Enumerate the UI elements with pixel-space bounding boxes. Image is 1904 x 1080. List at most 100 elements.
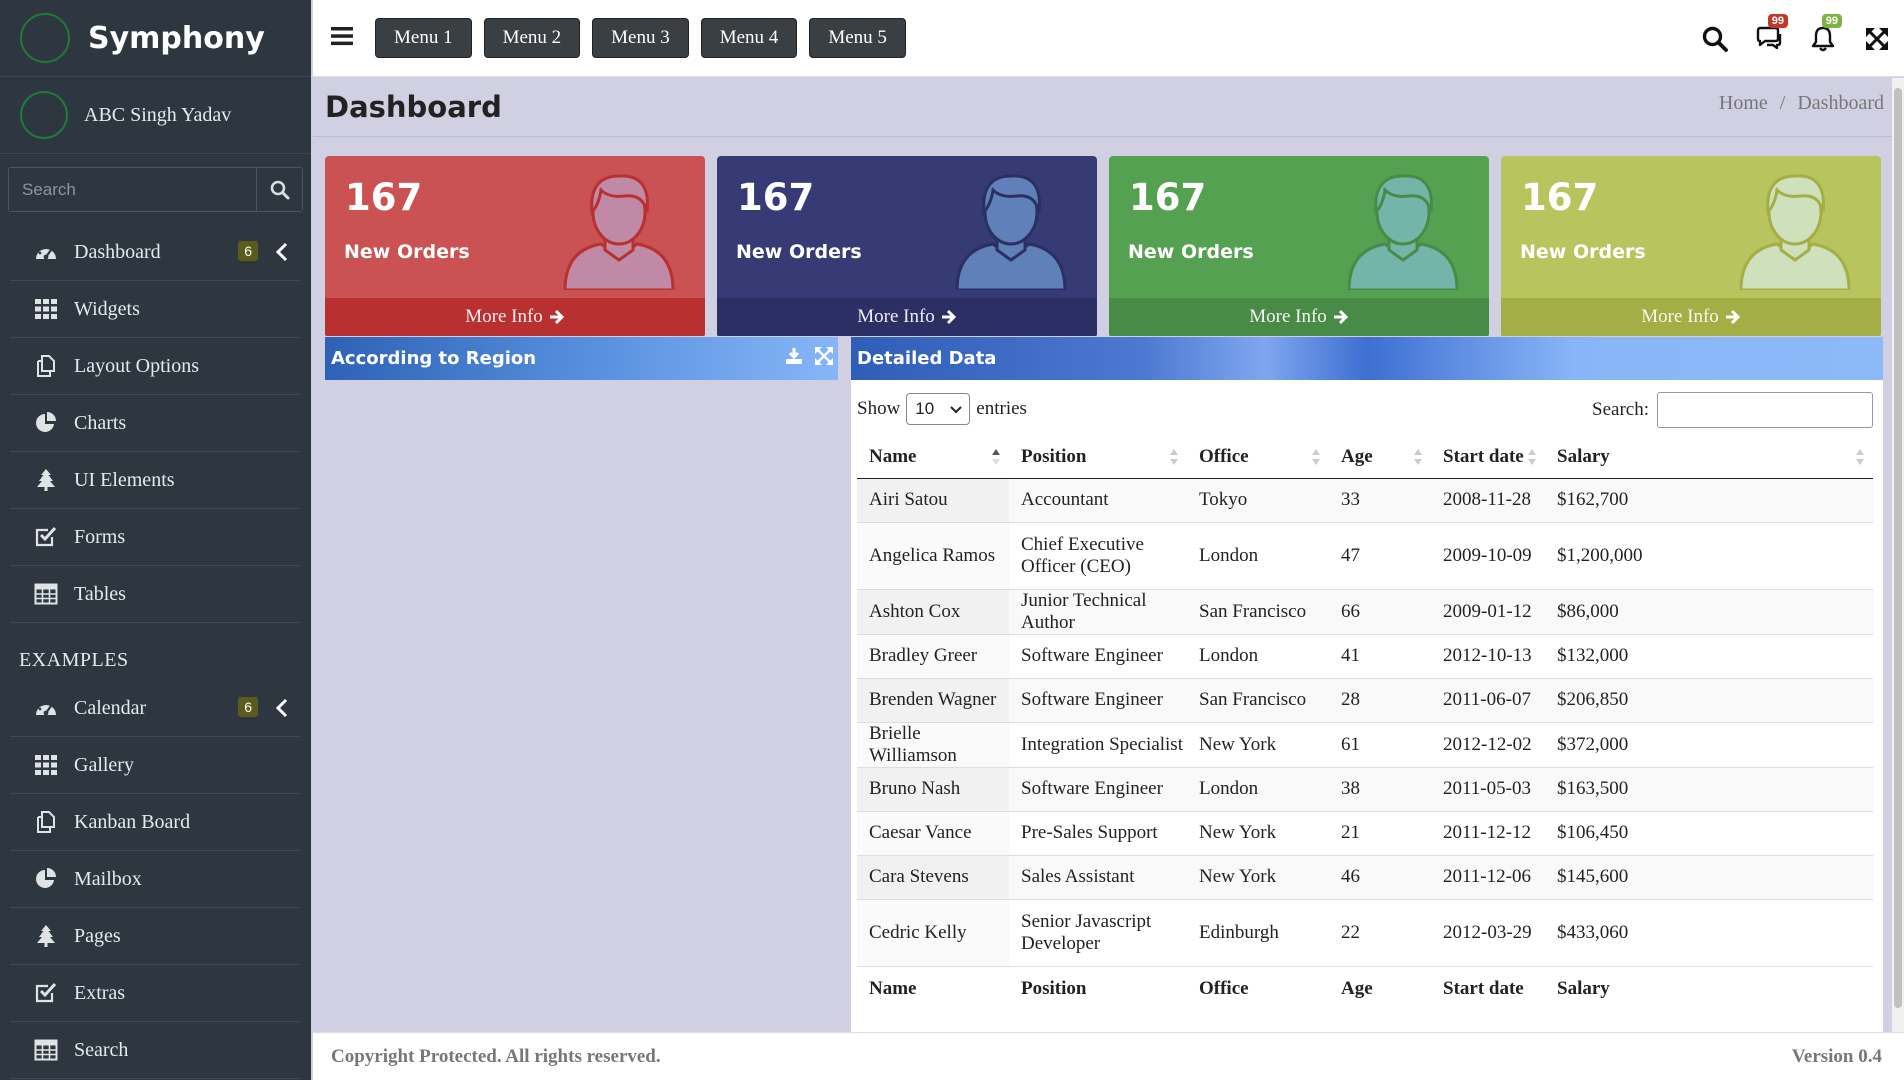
table-row[interactable]: Bruno Nash Software Engineer London 38 2011-… [857,767,1873,812]
column-footer-age: Age [1329,965,1431,1012]
column-header-start-date[interactable]: Start date [1431,436,1545,479]
table-cell: $145,600 [1545,855,1873,900]
sidebar-item-badge: 6 [238,697,258,717]
fullscreen-button[interactable] [1850,0,1904,77]
table-body: Airi Satou Accountant Tokyo 33 2008-11-28 $16… [857,478,1873,967]
download-icon[interactable] [785,347,803,365]
sidebar-item-badge: 6 [238,241,258,261]
menu-3-button[interactable]: Menu 3 [592,18,689,58]
table-cell: Cara Stevens [857,855,1009,900]
table-cell: $433,060 [1545,899,1873,967]
table-row[interactable]: Cedric Kelly Senior Javascript Developer E… [857,899,1873,967]
breadcrumb-home[interactable]: Home [1719,92,1768,115]
table-cell: Accountant [1009,478,1187,523]
user-panel[interactable]: ABC Singh Yadav [0,77,311,154]
notifications-button[interactable]: 99 [1796,0,1850,77]
table-row[interactable]: Cara Stevens Sales Assistant New York 46 201… [857,855,1873,900]
sort-icon [1856,449,1864,465]
menu-4-button[interactable]: Menu 4 [700,18,798,58]
copy-icon [32,808,60,836]
sidebar-item-label: Calendar [74,696,147,719]
sidebar-item-kanban-board[interactable]: Kanban Board [10,794,301,851]
sidebar-item-mailbox[interactable]: Mailbox [10,851,301,908]
table-row[interactable]: Bradley Greer Software Engineer London 41 20… [857,634,1873,679]
sidebar-item-charts[interactable]: Charts [10,395,301,452]
table-cell: 2011-12-12 [1431,811,1545,856]
sidebar-item-search[interactable]: Search [10,1022,301,1079]
sidebar-item-extras[interactable]: Extras [10,965,301,1022]
more-info-link[interactable]: More Info [1501,298,1881,336]
column-header-salary[interactable]: Salary [1545,436,1873,479]
sidebar-item-widgets[interactable]: Widgets [10,281,301,338]
table-footer-row: Name Position Office Age Start date Salary [857,965,1873,1012]
sidebar-item-ui-elements[interactable]: UI Elements [10,452,301,509]
menu-5-button[interactable]: Menu 5 [809,18,906,58]
entries-select[interactable]: 10 [906,393,971,425]
table-row[interactable]: Brenden Wagner Software Engineer San Franc… [857,678,1873,723]
sidebar-search-input[interactable] [9,168,256,211]
entries-value: 10 [915,399,935,418]
menu-1-button[interactable]: Menu 1 [375,18,472,58]
sidebar-item-tables[interactable]: Tables [10,566,301,623]
sidebar-item-label: UI Elements [74,468,175,491]
more-info-link[interactable]: More Info [717,298,1097,336]
column-footer-office: Office [1187,965,1329,1012]
sidebar-item-forms[interactable]: Forms [10,509,301,566]
arrow-right-icon [941,309,956,325]
search-button[interactable] [256,168,302,211]
column-header-position[interactable]: Position [1009,436,1187,479]
sidebar-item-pages[interactable]: Pages [10,908,301,965]
region-panel-header: According to Region [325,337,838,380]
page-scrollbar[interactable] [1892,78,1904,1032]
sort-icon [1312,449,1320,465]
table-cell: Software Engineer [1009,634,1187,679]
copy-icon [32,352,60,380]
column-header-name[interactable]: Name [857,436,1009,479]
brand-logo [20,13,70,63]
table-cell: Bruno Nash [857,767,1009,812]
sidebar-item-label: Gallery [74,753,134,776]
table-cell: 46 [1329,855,1431,900]
table-cell: 28 [1329,678,1431,723]
top-search[interactable] [1688,0,1742,77]
messages-button[interactable]: 99 [1742,0,1796,77]
table-cell: 2012-12-02 [1431,722,1545,768]
sidebar-item-dashboard[interactable]: Dashboard 6 [10,224,301,281]
table-row[interactable]: Caesar Vance Pre-Sales Support New York 21 2… [857,811,1873,856]
arrow-right-icon [549,309,564,325]
hamburger-menu-icon[interactable] [330,25,354,52]
stat-card: 167 New Orders More Info [717,156,1097,336]
sidebar-item-gallery[interactable]: Gallery [10,737,301,794]
table-cell: New York [1187,722,1329,768]
avatar [20,91,68,139]
table-search-input[interactable] [1657,392,1873,428]
table-cell: London [1187,634,1329,679]
comments-icon [1756,26,1782,49]
expand-icon[interactable] [815,347,833,365]
table-row[interactable]: Angelica Ramos Chief Executive Officer (C… [857,522,1873,590]
arrow-right-icon [1725,309,1740,325]
more-info-link[interactable]: More Info [325,298,705,336]
column-header-office[interactable]: Office [1187,436,1329,479]
column-footer-name: Name [857,965,1009,1012]
table-row[interactable]: Brielle Williamson Integration Specialist… [857,722,1873,768]
table-row[interactable]: Airi Satou Accountant Tokyo 33 2008-11-28 $16… [857,478,1873,523]
table-cell: $1,200,000 [1545,522,1873,590]
table-row[interactable]: Ashton Cox Junior Technical Author San Fra… [857,589,1873,635]
sidebar-section-label: EXAMPLES [19,649,129,671]
user-name: ABC Singh Yadav [84,103,232,126]
menu-2-button[interactable]: Menu 2 [483,18,581,58]
more-info-link[interactable]: More Info [1109,298,1489,336]
sidebar-item-calendar[interactable]: Calendar 6 [10,680,301,737]
brand[interactable]: Symphony [0,0,311,77]
pie-chart-icon [32,865,60,893]
scrollbar-thumb[interactable] [1894,88,1902,1008]
sort-icon [1528,449,1536,465]
stat-label: New Orders [1128,241,1254,263]
sidebar-item-layout-options[interactable]: Layout Options [10,338,301,395]
stat-label: New Orders [344,241,470,263]
column-header-label: Position [1021,445,1087,467]
table-cell: Senior Javascript Developer [1009,899,1187,967]
column-header-age[interactable]: Age [1329,436,1431,479]
version-text: Version 0.4 [1791,1045,1882,1067]
